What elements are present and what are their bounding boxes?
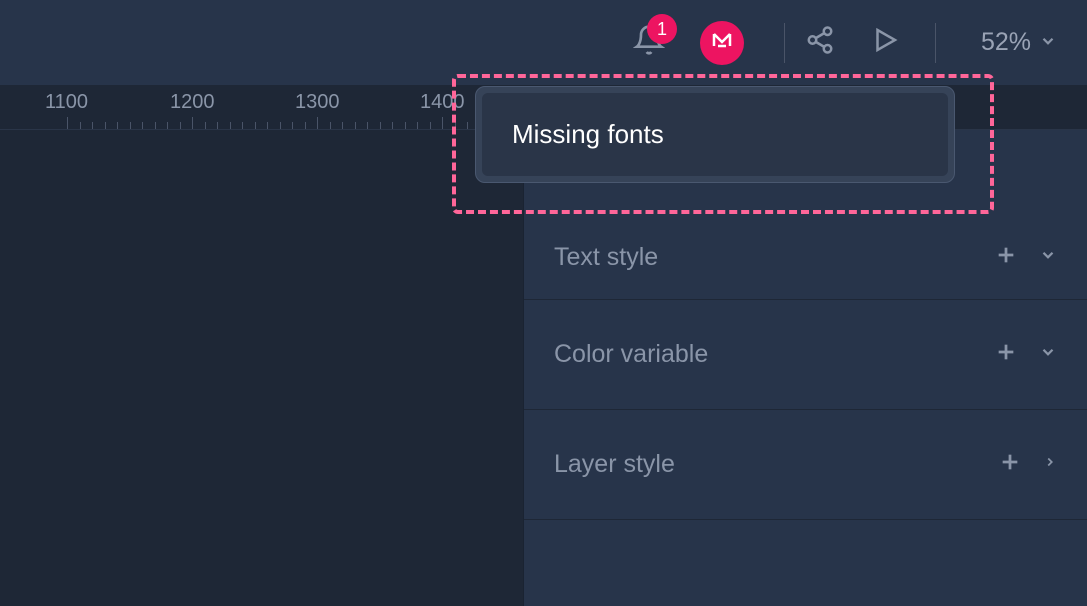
chevron-right-icon[interactable] — [1043, 452, 1057, 477]
panel-row-label: Layer style — [554, 450, 675, 479]
ruler-tick — [180, 122, 181, 129]
add-button[interactable] — [995, 341, 1017, 368]
ruler-tick — [430, 122, 431, 129]
ruler-tick — [167, 122, 168, 129]
popup-item-label: Missing fonts — [512, 119, 664, 149]
ruler-tick — [92, 122, 93, 129]
ruler-label: 1300 — [295, 91, 340, 114]
notifications-popup: Missing fonts — [475, 86, 955, 183]
ruler-tick — [230, 122, 231, 129]
panel-row-actions — [995, 244, 1057, 271]
ruler-tick — [130, 122, 131, 129]
chevron-down-icon — [1039, 28, 1057, 57]
ruler-tick — [330, 122, 331, 129]
color-variable-row[interactable]: Color variable — [524, 300, 1087, 410]
ruler-label: 1100 — [45, 91, 88, 114]
panel-row-actions — [995, 341, 1057, 368]
ruler-tick — [205, 122, 206, 129]
ruler-tick — [67, 117, 68, 129]
ruler-tick — [267, 122, 268, 129]
bell-icon — [633, 43, 665, 60]
toolbar-divider — [784, 23, 785, 63]
brand-button[interactable] — [700, 21, 744, 65]
ruler-tick — [292, 122, 293, 129]
ruler-tick — [342, 122, 343, 129]
notification-badge: 1 — [647, 14, 677, 44]
ruler-tick — [242, 122, 243, 129]
ruler-tick — [467, 122, 468, 129]
chevron-down-icon[interactable] — [1039, 246, 1057, 269]
ruler-tick — [142, 122, 143, 129]
chevron-down-icon[interactable] — [1039, 343, 1057, 366]
add-button[interactable] — [995, 244, 1017, 271]
ruler-tick — [455, 122, 456, 129]
zoom-value: 52% — [981, 28, 1031, 57]
ruler-tick — [442, 117, 443, 129]
top-toolbar: 1 52% — [0, 0, 1087, 85]
ruler-tick — [392, 122, 393, 129]
ruler-tick — [217, 122, 218, 129]
ruler-tick — [367, 122, 368, 129]
ruler-tick — [380, 122, 381, 129]
panel-row-actions — [999, 451, 1057, 478]
ruler-label: 1200 — [170, 91, 215, 114]
toolbar-divider — [935, 23, 936, 63]
add-button[interactable] — [999, 451, 1021, 478]
brand-icon — [710, 28, 734, 57]
ruler-tick — [80, 122, 81, 129]
ruler-tick — [405, 122, 406, 129]
properties-panel: Text style Color variable Layer style — [523, 130, 1087, 606]
ruler-label: 1400 — [420, 91, 465, 114]
play-button[interactable] — [870, 25, 900, 60]
zoom-control[interactable]: 52% — [981, 28, 1057, 57]
ruler-tick — [280, 122, 281, 129]
ruler-tick — [105, 122, 106, 129]
notification-button[interactable]: 1 — [633, 24, 665, 61]
ruler-tick — [317, 117, 318, 129]
panel-row-label: Text style — [554, 243, 658, 272]
ruler-tick — [417, 122, 418, 129]
canvas-area[interactable] — [0, 130, 523, 606]
layer-style-row[interactable]: Layer style — [524, 410, 1087, 520]
ruler-tick — [155, 122, 156, 129]
ruler-tick — [117, 122, 118, 129]
ruler-tick — [255, 122, 256, 129]
panel-row-label: Color variable — [554, 340, 708, 369]
share-button[interactable] — [805, 25, 835, 60]
ruler-tick — [355, 122, 356, 129]
missing-fonts-item[interactable]: Missing fonts — [482, 93, 948, 176]
ruler-tick — [192, 117, 193, 129]
ruler-tick — [305, 122, 306, 129]
